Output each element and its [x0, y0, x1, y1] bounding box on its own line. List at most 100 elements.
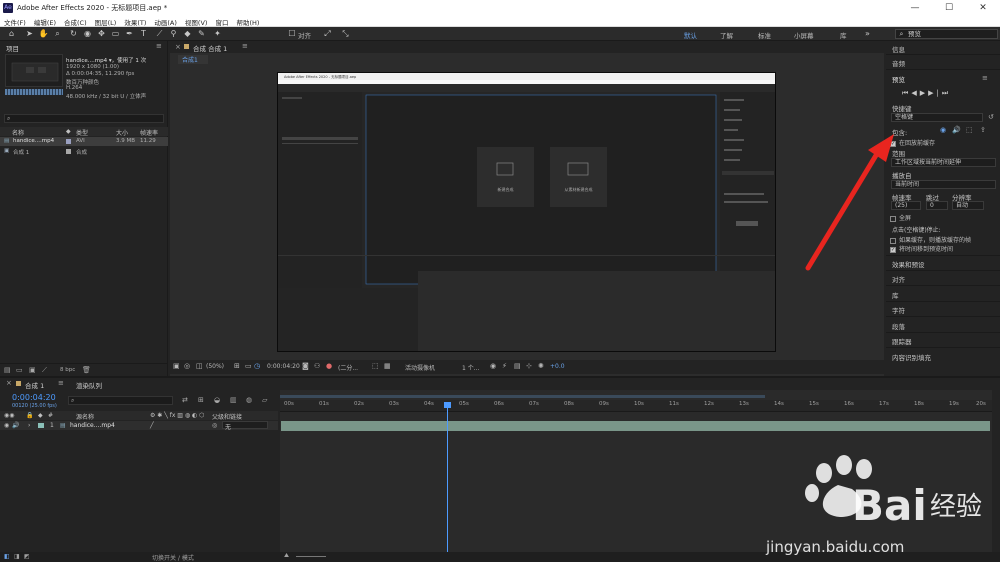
reset-icon[interactable]: ↺: [988, 113, 994, 121]
expand-arrow-icon[interactable]: ›: [28, 422, 30, 429]
source-name-column[interactable]: 源名称: [76, 412, 94, 421]
views-dropdown[interactable]: 1 个...: [462, 363, 479, 372]
workspace-library[interactable]: 库: [840, 30, 847, 40]
puppet-tool-icon[interactable]: ✦: [212, 29, 223, 39]
timeline-search-input[interactable]: ⌕: [68, 396, 173, 405]
zoom-dropdown[interactable]: (50%): [206, 363, 224, 370]
info-panel-tab[interactable]: 信息: [892, 44, 905, 54]
fast-preview-icon[interactable]: ⚡: [502, 362, 507, 370]
panel-menu-icon[interactable]: ≡: [982, 74, 988, 82]
comp-tab[interactable]: 合成 合成 1: [193, 43, 227, 53]
rotate-tool-icon[interactable]: ↻: [68, 29, 79, 39]
parent-column[interactable]: 父级和链接: [212, 412, 242, 421]
pick-whip-icon[interactable]: ◎: [212, 422, 217, 429]
skip-dropdown[interactable]: 0: [926, 201, 948, 210]
rectangle-tool-icon[interactable]: ▭: [110, 29, 121, 39]
type-tool-icon[interactable]: T: [138, 29, 149, 39]
preview-panel-tab[interactable]: 预览: [892, 74, 905, 84]
flowchart-icon[interactable]: ⟋: [42, 366, 47, 375]
audio-include-icon[interactable]: 🔊: [952, 126, 961, 134]
home-icon[interactable]: ⌂: [6, 29, 17, 39]
graph-editor-icon[interactable]: ▱: [262, 396, 267, 404]
comp-mini-flowchart-icon[interactable]: ⇄: [182, 396, 188, 404]
character-tab[interactable]: 字符: [892, 305, 905, 315]
pan-behind-tool-icon[interactable]: ✥: [96, 29, 107, 39]
exposure-value[interactable]: +0.0: [550, 363, 565, 370]
play-from-dropdown[interactable]: 当前时间: [891, 180, 996, 189]
layer-name[interactable]: handice....mp4: [70, 422, 115, 429]
project-item-footage[interactable]: ▤ handice....mp4 AVI 3.9 MB 11.29: [0, 137, 168, 146]
layer-duration-bar[interactable]: [281, 421, 990, 431]
next-frame-icon[interactable]: ▶|: [928, 89, 942, 97]
hand-tool-icon[interactable]: ✋: [38, 29, 49, 39]
always-preview-icon[interactable]: ▣: [173, 362, 180, 370]
frame-blending-icon[interactable]: ▥: [230, 396, 237, 404]
external-include-icon[interactable]: ⇪: [980, 126, 986, 134]
playhead-line[interactable]: [447, 404, 448, 554]
motion-blur-icon[interactable]: ◍: [246, 396, 252, 404]
project-tab[interactable]: 项目: [6, 43, 19, 53]
timeline-comp-tab[interactable]: 合成 1: [25, 380, 44, 390]
project-item-comp[interactable]: ▣ 合成 1 合成: [0, 147, 168, 156]
bpc-label[interactable]: 8 bpc: [60, 367, 75, 373]
col-size[interactable]: 大小: [116, 128, 128, 137]
mask-icon[interactable]: ◎: [184, 362, 190, 370]
if-caching-checkbox[interactable]: 如果缓存，则播放缓存的帧: [890, 235, 971, 244]
layer-label-swatch[interactable]: [38, 423, 44, 428]
library-tab[interactable]: 库: [892, 290, 899, 300]
overlays-include-icon[interactable]: ⬚: [966, 126, 973, 134]
resolution-dropdown[interactable]: (二分...: [338, 363, 358, 372]
layer-switches-icon[interactable]: ◧: [4, 553, 10, 560]
camera-snapshot-icon[interactable]: ◙: [302, 362, 309, 370]
workspace-standard[interactable]: 标准: [758, 30, 771, 40]
render-queue-tab[interactable]: 渲染队列: [76, 380, 102, 390]
trash-icon[interactable]: 🗑: [82, 366, 91, 374]
shy-icon[interactable]: ◒: [214, 396, 220, 404]
zoom-slider[interactable]: [296, 556, 326, 557]
panel-menu-icon[interactable]: ≡: [58, 379, 64, 387]
timeline-icon[interactable]: ▤: [514, 362, 521, 370]
shortcut-dropdown[interactable]: 空格键: [891, 113, 983, 122]
audio-icon[interactable]: 🔊: [12, 422, 19, 429]
work-area-bar[interactable]: [280, 395, 765, 398]
eye-icon[interactable]: ◉: [490, 362, 496, 370]
transparency-grid-icon[interactable]: ▦: [384, 362, 391, 370]
toggle-switches-modes[interactable]: 切换开关 / 模式: [152, 553, 194, 562]
interpret-footage-icon[interactable]: ▤: [4, 366, 11, 374]
viewer-time[interactable]: 0:00:04:20: [267, 363, 300, 370]
comp-flowchart-tab[interactable]: 合成1: [178, 55, 208, 64]
eraser-tool-icon[interactable]: ◆: [182, 29, 193, 39]
snap-checkbox-icon[interactable]: ☐: [288, 29, 296, 39]
play-icon[interactable]: ▶: [920, 89, 928, 97]
resolution-dropdown[interactable]: 自动: [952, 201, 984, 210]
search-help-input[interactable]: 预览: [895, 29, 998, 39]
first-frame-icon[interactable]: ⏮: [902, 89, 911, 97]
time-ruler[interactable]: 00s 01s 02s 03s 04s 05s 06s 07s 08s 09s 10s 11s 12s 1…: [280, 400, 992, 412]
transfer-controls-icon[interactable]: ◨: [14, 553, 20, 560]
color-channel-icon[interactable]: ●: [326, 362, 332, 370]
paragraph-tab[interactable]: 段落: [892, 321, 905, 331]
tracker-tab[interactable]: 跟踪器: [892, 336, 912, 346]
quality-switch-icon[interactable]: ╱: [150, 422, 154, 429]
snap-options-icon[interactable]: ⤢: [322, 29, 333, 39]
flowchart-view-icon[interactable]: ⊹: [526, 362, 532, 370]
reset-exposure-icon[interactable]: ✺: [538, 362, 544, 370]
close-button[interactable]: ✕: [966, 0, 1000, 16]
minimize-button[interactable]: —: [898, 0, 932, 16]
range-dropdown[interactable]: 工作区域按当前时间延伸: [891, 158, 996, 167]
col-name[interactable]: 名称: [12, 128, 24, 137]
project-search-input[interactable]: ⌕: [4, 114, 164, 123]
content-aware-fill-tab[interactable]: 内容识别填充: [892, 352, 931, 362]
panel-menu-icon[interactable]: ≡: [242, 42, 248, 50]
draft-3d-icon[interactable]: ⊞: [198, 396, 204, 404]
zoom-tool-icon[interactable]: ⌕: [52, 29, 63, 39]
new-comp-icon[interactable]: ▣: [29, 366, 36, 374]
in-out-icon[interactable]: ◩: [24, 553, 30, 560]
workspace-learn[interactable]: 了解: [720, 30, 733, 40]
last-frame-icon[interactable]: ⏭: [942, 89, 951, 97]
close-tab-icon[interactable]: ×: [6, 379, 12, 387]
new-folder-icon[interactable]: ▭: [16, 366, 23, 374]
panel-menu-icon[interactable]: ≡: [156, 42, 162, 50]
playhead-handle[interactable]: [444, 402, 451, 408]
selection-tool-icon[interactable]: ➤: [24, 29, 35, 39]
